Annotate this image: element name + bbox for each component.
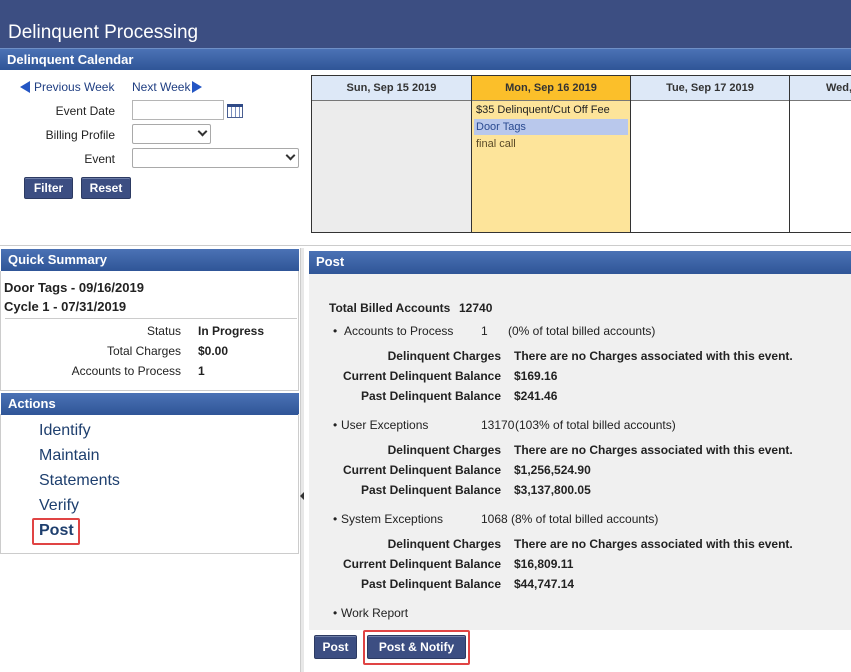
accounts-to-process-pct: (0% of total billed accounts) (508, 324, 656, 338)
calendar-filters: Previous Week Next Week Event Date Billi… (0, 72, 310, 242)
billing-profile-label: Billing Profile (45, 128, 115, 142)
day-column-sun[interactable]: Sun, Sep 15 2019 (312, 76, 472, 232)
day-column-mon[interactable]: Mon, Sep 16 2019 $35 Delinquent/Cut Off … (472, 76, 631, 232)
event-date-input[interactable] (132, 100, 224, 120)
previous-week-link[interactable]: Previous Week (20, 80, 114, 94)
past-balance-value: $44,747.14 (514, 577, 575, 591)
post-header: Post (309, 251, 851, 274)
delinquent-charges-label: Delinquent Charges (387, 443, 501, 457)
status-label: Status (146, 324, 181, 338)
past-balance-value: $241.46 (514, 389, 558, 403)
next-week-link[interactable]: Next Week (132, 80, 203, 94)
day-column-wed[interactable]: Wed, (790, 76, 851, 232)
quick-summary-header: Quick Summary (1, 249, 299, 271)
current-balance-label: Current Delinquent Balance (342, 369, 501, 383)
collapse-arrow-icon[interactable] (300, 492, 304, 500)
chevron-down-icon (285, 150, 296, 161)
billing-profile-select[interactable] (132, 124, 211, 144)
current-balance-value: $16,809.11 (514, 557, 574, 571)
day-header: Tue, Sep 17 2019 (631, 76, 789, 101)
total-billed-value: 12740 (459, 301, 493, 315)
calendar-event[interactable]: final call (474, 136, 628, 152)
system-exceptions-count: 1068 (481, 512, 508, 526)
action-identify[interactable]: Identify (39, 422, 91, 440)
delinquent-charges-value: There are no Charges associated with thi… (514, 537, 793, 551)
day-header: Wed, (790, 76, 851, 101)
action-maintain[interactable]: Maintain (39, 447, 99, 465)
user-exceptions-pct: (103% of total billed accounts) (515, 418, 676, 432)
summary-event-title: Door Tags - 09/16/2019 (4, 280, 144, 295)
system-exceptions-pct: (8% of total billed accounts) (511, 512, 659, 526)
previous-week-label: Previous Week (34, 80, 115, 94)
divider (5, 318, 297, 319)
post-and-notify-button[interactable]: Post & Notify (367, 635, 466, 659)
app-header: Delinquent Processing (0, 0, 851, 48)
next-week-label: Next Week (132, 80, 191, 94)
bullet: • (333, 418, 338, 432)
accounts-to-process-count: 1 (481, 324, 488, 338)
user-exceptions-label: User Exceptions (341, 418, 429, 432)
past-balance-value: $3,137,800.05 (514, 483, 591, 497)
delinquent-charges-label: Delinquent Charges (387, 349, 501, 363)
accounts-to-process-value: 1 (198, 364, 205, 378)
system-exceptions-label: System Exceptions (341, 512, 444, 526)
total-billed-label: Total Billed Accounts (329, 301, 451, 315)
summary-cycle-title: Cycle 1 - 07/31/2019 (4, 299, 127, 314)
chevron-down-icon (197, 126, 208, 137)
past-balance-label: Past Delinquent Balance (360, 483, 501, 497)
delinquent-charges-value: There are no Charges associated with thi… (514, 443, 793, 457)
day-header: Mon, Sep 16 2019 (472, 76, 630, 101)
day-header: Sun, Sep 15 2019 (312, 76, 471, 101)
post-button[interactable]: Post (314, 635, 357, 659)
reset-button[interactable]: Reset (81, 177, 131, 199)
calendar-section-header: Delinquent Calendar (0, 48, 851, 70)
divider (0, 245, 851, 246)
page-title: Delinquent Processing (8, 22, 199, 43)
current-balance-label: Current Delinquent Balance (342, 557, 501, 571)
accounts-to-process-label: Accounts to Process (344, 324, 454, 338)
past-balance-label: Past Delinquent Balance (360, 389, 501, 403)
calendar-event-selected[interactable]: Door Tags (474, 119, 628, 135)
calendar-event[interactable]: $35 Delinquent/Cut Off Fee (474, 102, 628, 118)
calendar-section-title: Delinquent Calendar (7, 52, 134, 67)
work-report-link[interactable]: Work Report (341, 606, 408, 620)
total-charges-label: Total Charges (106, 344, 181, 358)
arrow-left-icon (20, 81, 30, 93)
status-value: In Progress (198, 324, 265, 338)
filter-button[interactable]: Filter (24, 177, 73, 199)
current-balance-value: $1,256,524.90 (514, 463, 591, 477)
post-actions-footer: Post Post & Notify (309, 630, 851, 672)
quick-summary-panel: Door Tags - 09/16/2019 Cycle 1 - 07/31/2… (0, 271, 299, 391)
actions-header: Actions (1, 393, 299, 415)
action-statements[interactable]: Statements (39, 472, 120, 490)
action-verify[interactable]: Verify (39, 497, 79, 515)
total-charges-value: $0.00 (198, 344, 229, 358)
bullet: • (333, 324, 338, 338)
post-panel: Total Billed Accounts 12740 • Accounts t… (309, 274, 851, 630)
action-post[interactable]: Post (39, 522, 74, 540)
calendar-picker-icon[interactable] (227, 104, 243, 118)
event-label: Event (84, 152, 115, 166)
accounts-to-process-label: Accounts to Process (71, 364, 181, 378)
past-balance-label: Past Delinquent Balance (360, 577, 501, 591)
bullet: • (333, 606, 338, 620)
bullet: • (333, 512, 338, 526)
current-balance-label: Current Delinquent Balance (342, 463, 501, 477)
delinquent-charges-label: Delinquent Charges (387, 537, 501, 551)
day-column-tue[interactable]: Tue, Sep 17 2019 (631, 76, 790, 232)
user-exceptions-count: 13170 (481, 418, 515, 432)
arrow-right-icon (192, 81, 203, 93)
week-calendar: Sun, Sep 15 2019 Mon, Sep 16 2019 $35 De… (311, 75, 851, 233)
delinquent-charges-value: There are no Charges associated with thi… (514, 349, 793, 363)
panel-splitter[interactable] (300, 248, 304, 672)
actions-panel: Identify Maintain Statements Verify Post (0, 414, 299, 554)
event-date-label: Event Date (55, 104, 115, 118)
event-select[interactable] (132, 148, 299, 168)
current-balance-value: $169.16 (514, 369, 558, 383)
